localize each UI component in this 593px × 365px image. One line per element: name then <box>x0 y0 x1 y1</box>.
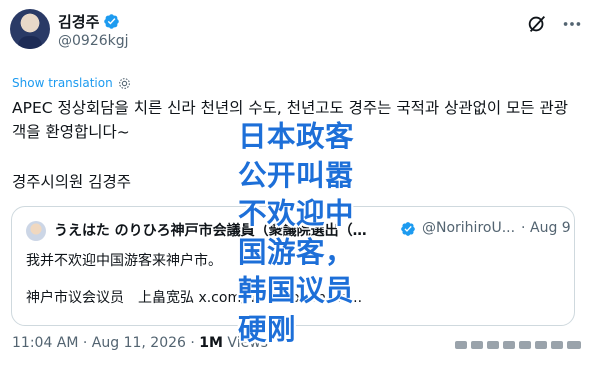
author-avatar[interactable] <box>10 9 50 49</box>
quoted-text-line: 我并不欢迎中国游客来神户市。 <box>26 253 222 269</box>
overlay-caption-line: 韩国议员 <box>238 274 355 307</box>
more-icon[interactable] <box>560 13 584 35</box>
overlay-caption-line: 国游客， <box>238 235 355 269</box>
post-time[interactable]: 11:04 AM · Aug 11, 2026 · <box>12 335 199 351</box>
author-name-row: 김경주 <box>58 11 120 32</box>
verified-badge-icon <box>401 222 415 236</box>
quoted-author-handle[interactable]: @NorihiroU... <box>422 220 515 236</box>
watermark-logo <box>455 341 581 349</box>
post-signature: 경주시의원 김경주 <box>12 173 132 191</box>
verified-badge-icon <box>104 14 120 29</box>
post-meta: 11:04 AM · Aug 11, 2026 · 1M Views <box>12 335 268 351</box>
gear-icon[interactable] <box>118 77 131 90</box>
translate-label[interactable]: Show translation <box>12 76 113 90</box>
author-display-name[interactable]: 김경주 <box>58 11 99 32</box>
quoted-author-avatar[interactable] <box>26 221 46 241</box>
author-handle[interactable]: @0926kgj <box>58 33 129 49</box>
quoted-date[interactable]: Aug 9 <box>530 220 571 236</box>
overlay-caption-line: 日本政客 <box>238 120 355 153</box>
overlay-caption-line: 不欢迎中 <box>238 197 355 230</box>
show-translation-link[interactable]: Show translation <box>12 76 131 90</box>
overlay-caption: 日本政客 公开叫嚣 不欢迎中 国游客， 韩国议员 硬刚 <box>238 118 368 349</box>
quoted-separator: · <box>521 220 526 236</box>
grok-icon[interactable] <box>526 13 548 35</box>
overlay-caption-line: 硬刚 <box>238 312 297 346</box>
overlay-caption-line: 公开叫嚣 <box>238 158 355 192</box>
views-count: 1M <box>199 335 223 351</box>
